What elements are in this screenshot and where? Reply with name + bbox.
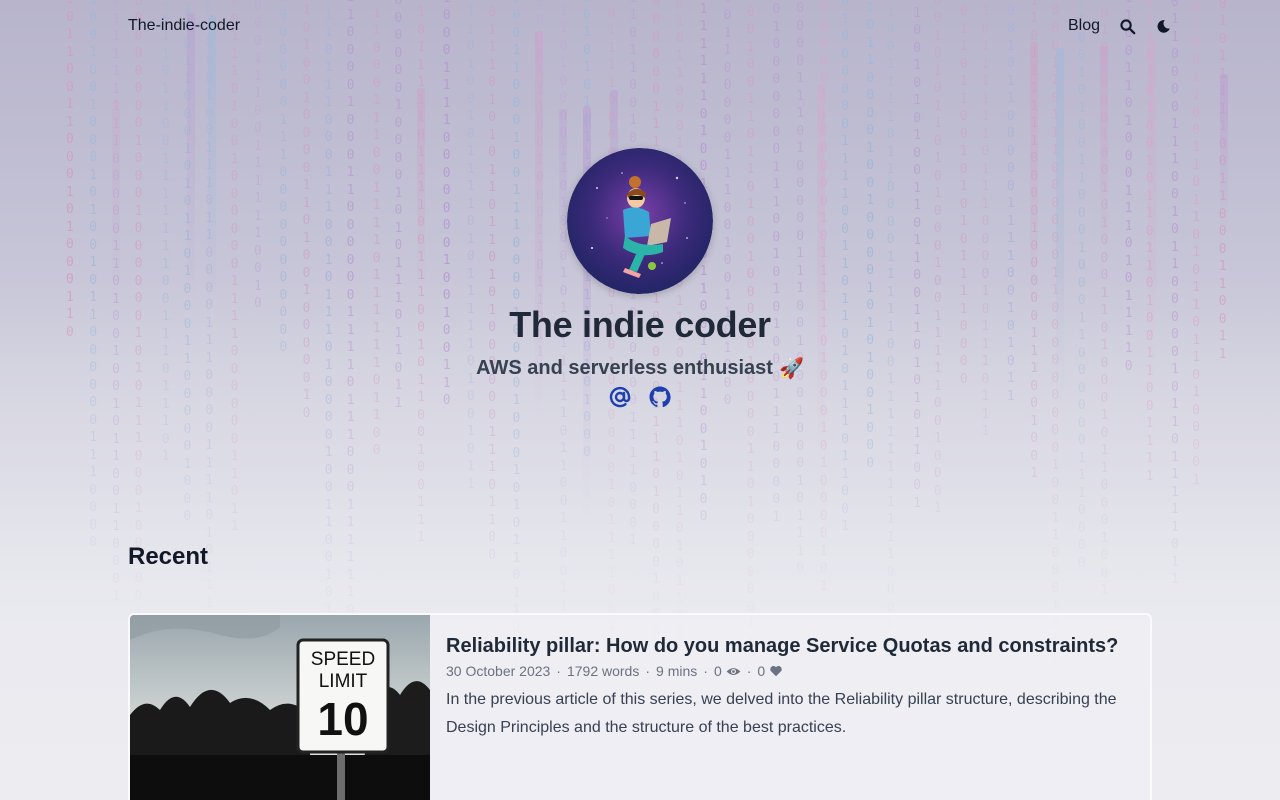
speed-limit-sign: SPEED LIMIT 10 — [311, 649, 375, 745]
site-tagline: AWS and serverless enthusiast 🚀 — [476, 356, 804, 381]
main-nav: Blog — [1068, 17, 1172, 35]
author-avatar — [567, 148, 713, 294]
hero-section: The indie coder AWS and serverless enthu… — [0, 148, 1280, 409]
meta-separator: · — [746, 663, 752, 679]
article-card[interactable]: SPEED LIMIT 10 Reliability pillar: How d… — [128, 613, 1152, 800]
article-word-count: 1792 words — [566, 663, 640, 679]
site-header: The-indie-coder Blog — [128, 0, 1172, 52]
article-meta: 30 October 2023 · 1792 words · 9 mins · … — [446, 663, 1134, 679]
meta-separator: · — [556, 663, 561, 679]
heart-icon — [770, 666, 782, 677]
recent-heading: Recent — [128, 543, 209, 570]
article-date: 30 October 2023 — [446, 663, 551, 679]
meta-separator: · — [645, 663, 651, 679]
article-read-time: 9 mins — [656, 663, 698, 679]
at-sign-icon[interactable] — [608, 385, 632, 409]
article-title[interactable]: Reliability pillar: How do you manage Se… — [446, 633, 1134, 659]
site-title: The indie coder — [509, 304, 771, 345]
github-icon[interactable] — [648, 385, 672, 409]
article-views: 0 — [714, 663, 741, 679]
article-body: Reliability pillar: How do you manage Se… — [430, 615, 1150, 800]
svg-text:10: 10 — [317, 693, 368, 745]
article-likes: 0 — [757, 663, 783, 679]
eye-icon — [726, 667, 741, 675]
meta-separator: · — [703, 663, 708, 679]
moon-icon[interactable] — [1154, 17, 1172, 35]
views-count: 0 — [713, 663, 722, 679]
tagline-text: AWS and serverless enthusiast — [476, 357, 773, 379]
svg-text:LIMIT: LIMIT — [319, 671, 368, 692]
search-icon[interactable] — [1118, 17, 1136, 35]
article-excerpt: In the previous article of this series, … — [446, 691, 1117, 736]
site-brand-link[interactable]: The-indie-coder — [128, 17, 240, 35]
article-thumbnail[interactable]: SPEED LIMIT 10 — [130, 615, 430, 800]
social-links — [608, 385, 672, 409]
nav-blog-link[interactable]: Blog — [1068, 17, 1100, 35]
page: The-indie-coder Blog The indie coder AWS… — [0, 0, 1280, 800]
svg-text:SPEED: SPEED — [311, 649, 375, 670]
likes-count: 0 — [757, 663, 766, 679]
rocket-icon: 🚀 — [778, 358, 804, 380]
